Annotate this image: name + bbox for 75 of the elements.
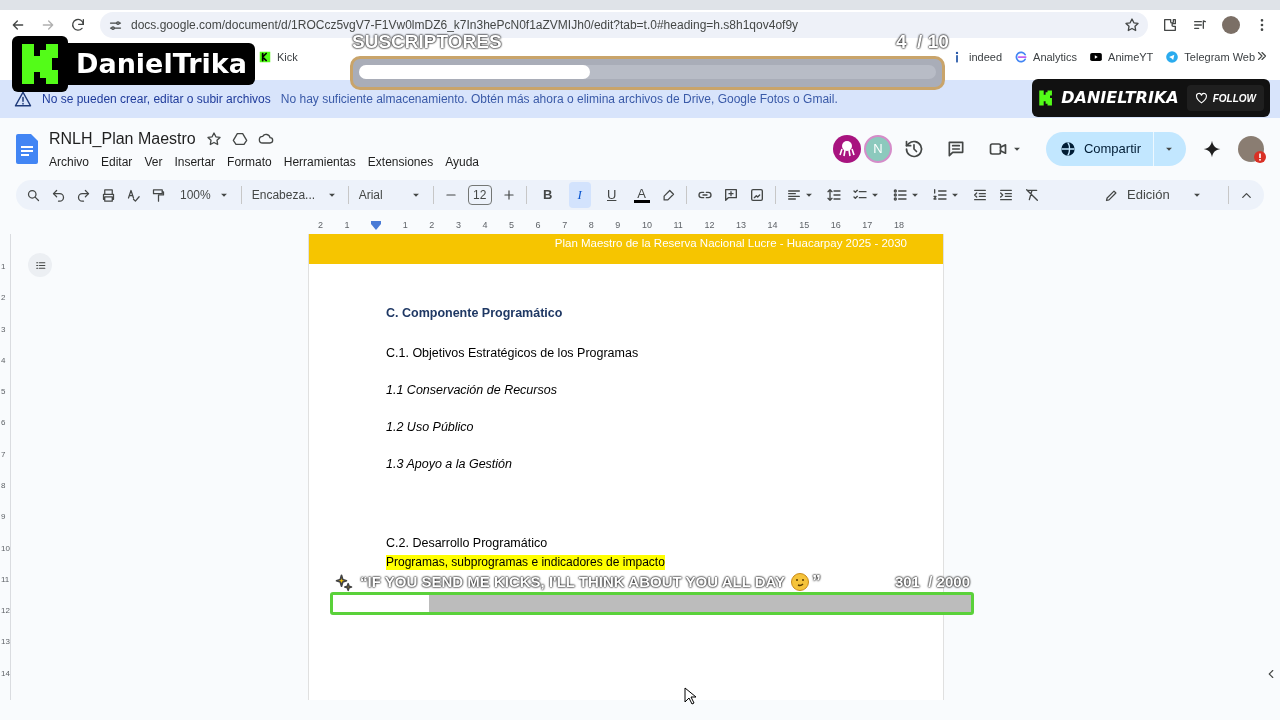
ruler-number: 16 (830, 218, 841, 232)
bookmark[interactable]: Kick (258, 49, 298, 66)
ruler-number: 10 (641, 218, 652, 232)
menu-item[interactable]: Archivo (49, 153, 95, 171)
header-text: Plan Maestro de la Reserva Nacional Lucre - Huacarpay 2025 - 2030 (554, 236, 907, 251)
ruler-number: 2 (429, 218, 435, 232)
heading-text: C. Componente Programático (386, 305, 563, 322)
ruler-number: 13 (736, 218, 746, 232)
ruler-number: 1 (0, 262, 7, 273)
mode-dropdown[interactable]: Edición (1104, 185, 1204, 205)
document-title[interactable]: RNLH_Plan Maestro (49, 127, 196, 151)
menu-item[interactable]: Editar (95, 153, 139, 171)
ruler-number: 8 (0, 480, 7, 492)
ruler-number: 5 (509, 218, 515, 232)
channel-name: DANIELTRIKA (1061, 87, 1179, 109)
goal-message: “IF YOU SEND ME KICKS, I'LL THINK ABOUT YOU ALL DAY (360, 573, 785, 591)
follow-button[interactable]: FOLLOW (1186, 85, 1264, 111)
subheading-text: C.2. Desarrollo Programático (386, 535, 548, 552)
ruler-number: 13 (0, 637, 10, 649)
goal-count: 301 / 2000 (894, 573, 970, 591)
ruler-number: 10 (0, 543, 10, 555)
list-item-text: 1.1 Conservación de Recursos (386, 382, 557, 399)
ruler-number: 7 (562, 218, 568, 232)
highlighted-text: Programas, subprogramas e indicadores de impacto (386, 555, 665, 570)
ruler-number: 7 (0, 449, 7, 461)
ruler-number: 8 (588, 218, 594, 232)
menu-item[interactable]: Ver (138, 153, 169, 171)
zoom-dropdown[interactable]: 100% (176, 186, 231, 204)
text-color-button[interactable]: A (632, 187, 651, 203)
list-item-text: 1.2 Uso Público (386, 419, 474, 436)
ruler-number: 1 (402, 218, 408, 232)
ruler-number: 3 (455, 218, 461, 232)
style-dropdown[interactable]: Encabeza... (251, 186, 338, 204)
format-toggle[interactable]: U (600, 182, 623, 208)
ruler-number: 6 (535, 218, 541, 232)
subheading-text: C.1. Objetivos Estratégicos de los Programas (386, 345, 639, 362)
ruler-number: 17 (862, 218, 873, 232)
font-size-field[interactable]: 12 (467, 185, 492, 205)
list-item-text: 1.3 Apoyo a la Gestión (386, 456, 512, 473)
ruler-number: 11 (673, 218, 683, 232)
ruler-number: 9 (615, 218, 621, 232)
bookmark[interactable]: Telegram Web (1165, 49, 1256, 66)
ruler-number: 2 (0, 293, 7, 305)
menu-item[interactable]: Formato (221, 153, 278, 171)
ruler-number: 12 (0, 606, 10, 618)
ruler-number: 14 (0, 668, 10, 680)
format-toggle[interactable]: I (568, 182, 591, 208)
ruler-number: 3 (0, 324, 7, 336)
streamer-name: DanielTrika (68, 43, 255, 85)
url-text: docs.google.com/document/d/1ROCcz5vgV7-F1Vw0lmDZ6_k7In3hePcN0f1aZVMIJh0/edit?tab=t.0#heading=h.s8h1qov4of9y (131, 17, 800, 34)
menu-item[interactable]: Herramientas (277, 153, 362, 171)
share-button[interactable]: Compartir (1045, 132, 1186, 166)
goal-closing-quote: ” (812, 573, 821, 591)
bookmark[interactable]: indeed (950, 49, 1003, 66)
bookmark[interactable]: Analytics (1014, 49, 1078, 66)
menu-item[interactable]: Extensiones (361, 153, 440, 171)
font-dropdown[interactable]: Arial (358, 186, 423, 204)
menu-item[interactable]: Ayuda (439, 153, 485, 171)
bookmark[interactable]: AnimeYT (1089, 49, 1154, 66)
ruler-number: 2 (318, 218, 323, 232)
banner-message: No hay suficiente almacenamiento. Obtén más ahora o elimina archivos de Drive, Google Fotos o Gmail. (280, 91, 838, 108)
menu-item[interactable]: Insertar (168, 153, 222, 171)
ruler-number: 14 (767, 218, 778, 232)
ruler-number: 4 (0, 355, 7, 367)
ruler-number: 5 (0, 387, 7, 399)
ruler-number: 18 (893, 218, 904, 232)
ruler-number: 6 (0, 418, 7, 430)
ruler-number: 15 (799, 218, 810, 232)
banner-title: No se pueden crear, editar o subir archivos (42, 91, 271, 108)
ruler-number: 1 (344, 218, 350, 232)
ruler-number: 11 (0, 574, 10, 586)
ruler-number: 4 (482, 218, 488, 232)
format-toggle[interactable]: B (536, 182, 559, 208)
ruler-number: 12 (704, 218, 715, 232)
ruler-number: 9 (0, 512, 7, 524)
